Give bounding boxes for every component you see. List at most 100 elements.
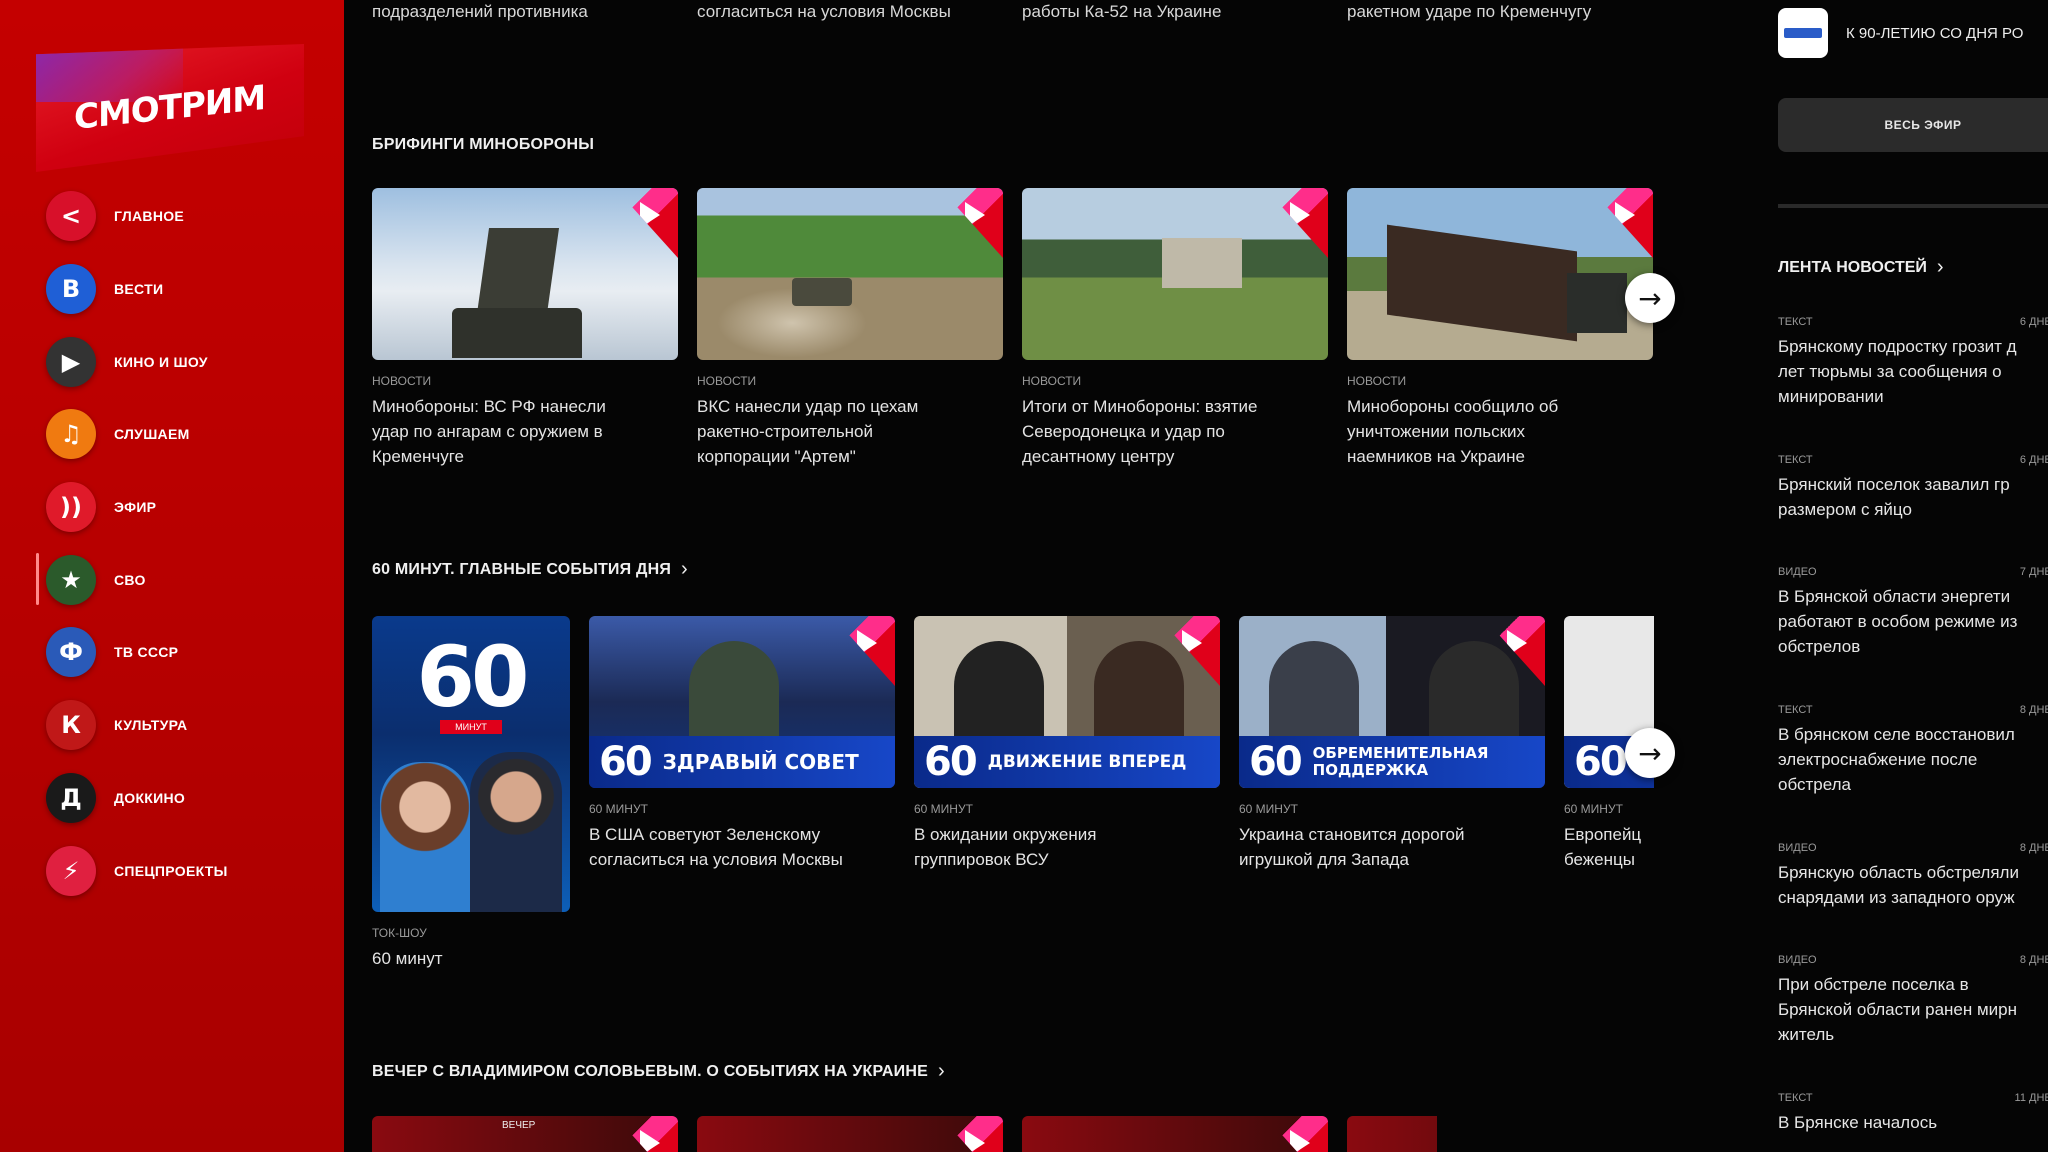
carousel-next-button[interactable]: → <box>1625 728 1675 778</box>
feed-text: Брянский поселок завалил гр размером с яй… <box>1778 475 2010 519</box>
main-icon: < <box>46 191 96 242</box>
sidebar-item-efir[interactable]: )) ЭФИР <box>46 471 336 544</box>
video-card[interactable] <box>1022 1116 1328 1152</box>
all-broadcast-button[interactable]: ВЕСЬ ЭФИР <box>1778 98 2048 152</box>
card-title[interactable]: Минобороны сообщило об уничтожении польск… <box>1347 394 1653 469</box>
card-title[interactable]: Итоги от Минобороны: взятие Северодонецка… <box>1022 394 1328 469</box>
section-title-text: БРИФИНГИ МИНОБОРОНЫ <box>372 136 595 153</box>
episode-banner: 60 ДВИЖЕНИЕ ВПЕРЕД <box>914 736 1220 788</box>
news-feed-title[interactable]: ЛЕНТА НОВОСТЕЙ › <box>1778 256 1944 279</box>
video-thumbnail[interactable]: ВЕЧЕР <box>372 1116 678 1152</box>
culture-icon: К <box>46 700 96 751</box>
arrow-right-icon: → <box>1638 281 1662 315</box>
video-card[interactable]: 60 ОБРЕМЕНИТЕЛЬНАЯ ПОДДЕРЖКА 60 МИНУТ Укр… <box>1239 616 1545 971</box>
sidebar-item-tv-ussr[interactable]: Ф ТВ СССР <box>46 616 336 689</box>
section-title-briefings[interactable]: БРИФИНГИ МИНОБОРОНЫ <box>372 136 594 154</box>
card-title[interactable]: Украина становится дорогой игрушкой для З… <box>1239 822 1545 872</box>
feed-time: 8 ДНЕЙ НА <box>2019 704 2048 716</box>
sidebar-item-label: СЛУШАЕМ <box>114 426 190 443</box>
video-thumbnail[interactable] <box>1022 1116 1328 1152</box>
feed-type: ВИДЕО <box>1778 566 1817 578</box>
news-feed-item[interactable]: ТЕКСТ 6 ДНЕЙ НА Брянский поселок завалил … <box>1778 454 2048 522</box>
sidebar-item-kino[interactable]: ▶ КИНО И ШОУ <box>46 325 336 398</box>
video-thumbnail[interactable] <box>697 188 1003 360</box>
feed-text: Брянскую область обстреляли снарядами из … <box>1778 863 2019 907</box>
feed-type: ВИДЕО <box>1778 842 1817 854</box>
card-title[interactable]: Европейц беженцы <box>1564 822 1654 872</box>
video-thumbnail[interactable]: 60 ОБРЕМЕНИТЕЛЬНАЯ ПОДДЕРЖКА <box>1239 616 1545 788</box>
logo-text: СМОТРИМ <box>74 77 266 139</box>
sidebar-item-dockino[interactable]: Д ДОККИНО <box>46 762 336 835</box>
video-thumbnail[interactable] <box>1347 188 1653 360</box>
sidebar-item-label: ГЛАВНОЕ <box>114 208 185 225</box>
sidebar-item-svo[interactable]: ★ СВО <box>36 543 336 616</box>
video-card[interactable]: ВЕЧЕР <box>372 1116 678 1152</box>
card-title[interactable]: работы Ка-52 на Украине <box>1022 2 1347 22</box>
solovyov-row: ВЕЧЕР <box>372 1116 1456 1152</box>
video-thumbnail[interactable] <box>1022 188 1328 360</box>
sidebar-item-label: ВЕСТИ <box>114 281 164 298</box>
play-badge-icon <box>1590 188 1653 258</box>
card-title[interactable]: ВКС нанесли удар по цехам ракетно-строите… <box>697 394 1003 469</box>
card-title[interactable]: В США советуют Зеленскому согласиться на … <box>589 822 895 872</box>
play-badge-icon <box>615 1116 678 1152</box>
sidebar-item-main[interactable]: < ГЛАВНОЕ <box>46 180 336 253</box>
video-card[interactable] <box>697 1116 1003 1152</box>
sidebar-item-listen[interactable]: ♫ СЛУШАЕМ <box>46 398 336 471</box>
section-title-60-minutes[interactable]: 60 МИНУТ. ГЛАВНЫЕ СОБЫТИЯ ДНЯ › <box>372 558 688 581</box>
sixty-minutes-row: 60 МИНУТ ТОК-ШОУ 60 минут 60 ЗДРАВЫЙ СОВЕ… <box>372 616 1673 971</box>
card-category: НОВОСТИ <box>1347 374 1407 388</box>
card-title[interactable]: подразделений противника <box>372 2 697 22</box>
feed-type: ВИДЕО <box>1778 954 1817 966</box>
video-card[interactable] <box>1347 1116 1437 1152</box>
section-title-solovyov[interactable]: ВЕЧЕР С ВЛАДИМИРОМ СОЛОВЬЕВЫМ. О СОБЫТИЯ… <box>372 1060 945 1083</box>
news-feed-item[interactable]: ВИДЕО 7 ДНЕЙ НА В Брянской области энерге… <box>1778 566 2048 659</box>
news-feed-item[interactable]: ВИДЕО 8 ДНЕЙ НА При обстреле поселка вБря… <box>1778 954 2048 1047</box>
play-icon: ▶ <box>46 336 96 387</box>
feed-text: В Брянской области энергети работают в ос… <box>1778 587 2018 656</box>
sidebar-item-culture[interactable]: К КУЛЬТУРА <box>46 689 336 762</box>
video-thumbnail[interactable] <box>697 1116 1003 1152</box>
video-thumbnail[interactable] <box>372 188 678 360</box>
sidebar-item-label: СПЕЦПРОЕКТЫ <box>114 862 228 879</box>
video-card[interactable]: 60 ДВИЖЕНИЕ ВПЕРЕД 60 МИНУТ В ожидании ок… <box>914 616 1220 971</box>
tv-ussr-icon: Ф <box>46 627 96 678</box>
card-title[interactable]: В ожидании окружения группировок ВСУ <box>914 822 1220 872</box>
feed-text: В Брянске началось <box>1778 1113 1938 1132</box>
carousel-next-button[interactable]: → <box>1625 273 1675 323</box>
news-feed-item[interactable]: ТЕКСТ 8 ДНЕЙ НА В брянском селе восстанов… <box>1778 704 2048 797</box>
news-feed-item[interactable]: ТЕКСТ 11 ДНЕЙ НА В Брянске началось <box>1778 1092 2048 1135</box>
smotrim-logo[interactable]: СМОТРИМ <box>36 44 304 172</box>
play-badge-icon <box>940 188 1003 258</box>
news-feed-item[interactable]: ВИДЕО 8 ДНЕЙ НА Брянскую область обстреля… <box>1778 842 2048 910</box>
video-thumbnail[interactable]: 60 ЗДРАВЫЙ СОВЕТ <box>589 616 895 788</box>
card-title[interactable]: ракетном ударе по Кременчугу <box>1347 2 1672 22</box>
right-panel: К 90-ЛЕТИЮ СО ДНЯ РО ВЕСЬ ЭФИР ЛЕНТА НОВ… <box>1778 0 2048 1152</box>
feed-time: 6 ДНЕЙ НА <box>2019 454 2048 466</box>
sidebar-item-special[interactable]: ⚡ СПЕЦПРОЕКТЫ <box>46 834 336 907</box>
video-thumbnail[interactable]: 60 ДВИЖЕНИЕ ВПЕРЕД <box>914 616 1220 788</box>
card-title[interactable]: 60 минут <box>372 946 570 971</box>
card-title[interactable]: согласиться на условия Москвы <box>697 2 1022 22</box>
feed-time: 8 ДНЕЙ НА <box>2019 842 2048 854</box>
host-photo <box>380 762 470 912</box>
video-card[interactable]: 60 ЗДРАВЫЙ СОВЕТ 60 МИНУТ В США советуют … <box>589 616 895 971</box>
video-card[interactable]: 60 60 МИНУТ Европейц беженцы <box>1564 616 1654 971</box>
video-card[interactable]: НОВОСТИ ВКС нанесли удар по цехам ракетно… <box>697 188 1003 469</box>
live-now-item[interactable]: К 90-ЛЕТИЮ СО ДНЯ РО <box>1778 8 2023 58</box>
card-category: ТОК-ШОУ <box>372 926 427 940</box>
video-thumbnail[interactable] <box>1347 1116 1437 1152</box>
feed-type: ТЕКСТ <box>1778 316 1813 328</box>
video-card[interactable]: НОВОСТИ Итоги от Минобороны: взятие Север… <box>1022 188 1328 469</box>
news-feed-item[interactable]: ТЕКСТ 6 ДНЕЙ НА Брянскому подростку грози… <box>1778 316 2048 409</box>
feed-text: Брянскому подростку грозит д лет тюрьмы з… <box>1778 337 2017 406</box>
show-poster[interactable]: 60 МИНУТ <box>372 616 570 912</box>
card-title[interactable]: Минобороны: ВС РФ нанесли удар по ангарам… <box>372 394 678 469</box>
video-card[interactable]: НОВОСТИ Минобороны сообщило об уничтожени… <box>1347 188 1653 469</box>
show-card[interactable]: 60 МИНУТ ТОК-ШОУ 60 минут <box>372 616 570 971</box>
sidebar-nav: < ГЛАВНОЕ В ВЕСТИ ▶ КИНО И ШОУ ♫ СЛУШАЕМ… <box>36 180 336 907</box>
sidebar-item-vesti[interactable]: В ВЕСТИ <box>46 253 336 326</box>
show-number: 60 <box>416 628 530 726</box>
video-card[interactable]: НОВОСТИ Минобороны: ВС РФ нанесли удар по… <box>372 188 678 469</box>
host-photo <box>470 752 562 912</box>
